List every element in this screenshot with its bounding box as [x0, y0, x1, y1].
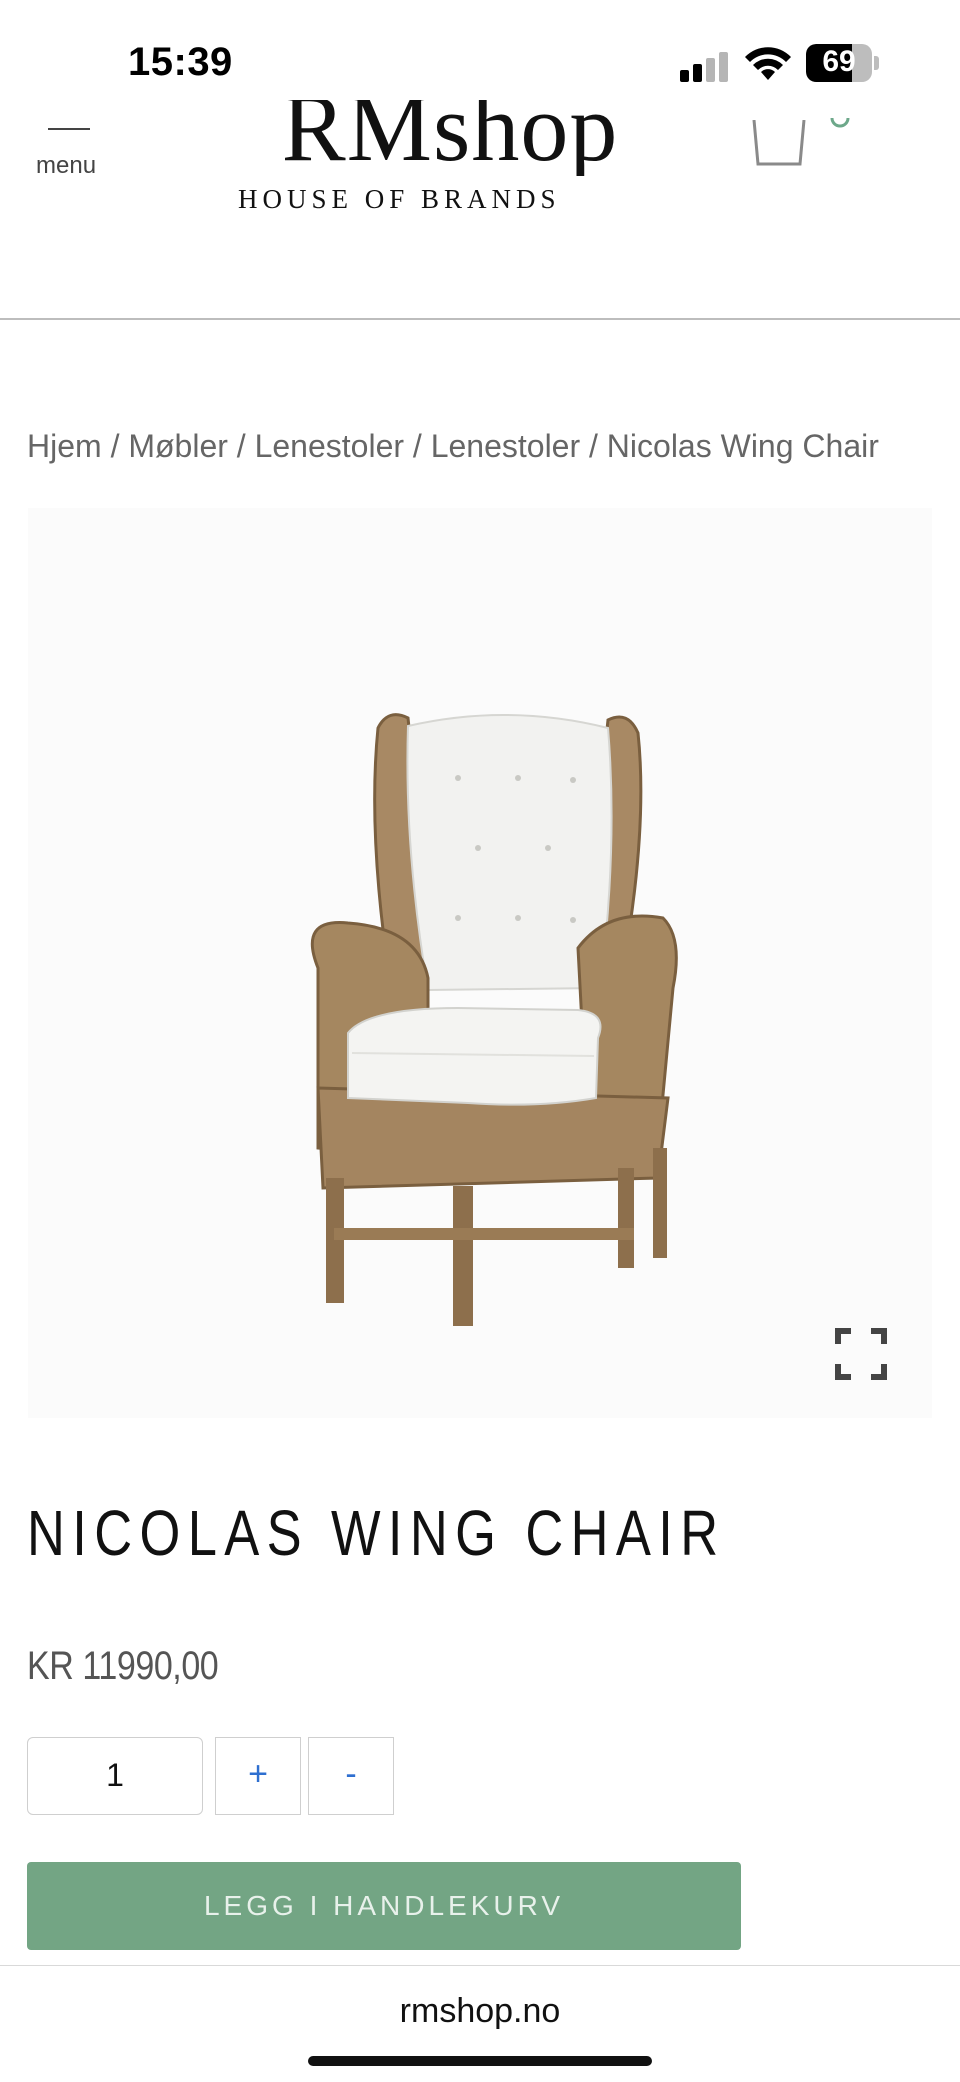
battery-percent: 69	[822, 45, 856, 78]
quantity-input[interactable]: 1	[27, 1737, 203, 1815]
logo-wordmark[interactable]: RMshop	[240, 100, 660, 176]
cart-icon[interactable]	[752, 120, 806, 166]
expand-icon[interactable]	[835, 1328, 887, 1380]
site-header: menu RMshop HOUSE OF BRANDS	[0, 100, 960, 320]
quantity-increase-button[interactable]: +	[215, 1737, 301, 1815]
home-indicator[interactable]	[308, 2056, 652, 2066]
status-time: 15:39	[128, 40, 233, 84]
signal-icon	[680, 50, 730, 82]
battery-icon: 69	[806, 44, 872, 82]
logo-tagline: HOUSE OF BRANDS	[238, 184, 561, 214]
logo-clip: RMshop	[0, 100, 960, 176]
add-to-cart-button[interactable]: LEGG I HANDLEKURV	[27, 1862, 741, 1950]
wicker-chair-image	[310, 713, 678, 1326]
wifi-icon	[745, 47, 791, 80]
url-bar[interactable]: rmshop.no	[0, 1992, 960, 2031]
product-title: NICOLAS WING CHAIR	[27, 1497, 726, 1569]
product-image[interactable]	[28, 508, 932, 1418]
breadcrumb[interactable]: Hjem / Møbler / Lenestoler / Lenestoler …	[27, 428, 879, 465]
quantity-decrease-button[interactable]: -	[308, 1737, 394, 1815]
browser-bar: rmshop.no	[0, 1965, 960, 2082]
cart-badge-icon	[830, 117, 850, 128]
product-price: KR 11990,00	[27, 1644, 219, 1688]
battery-cap	[874, 56, 879, 70]
